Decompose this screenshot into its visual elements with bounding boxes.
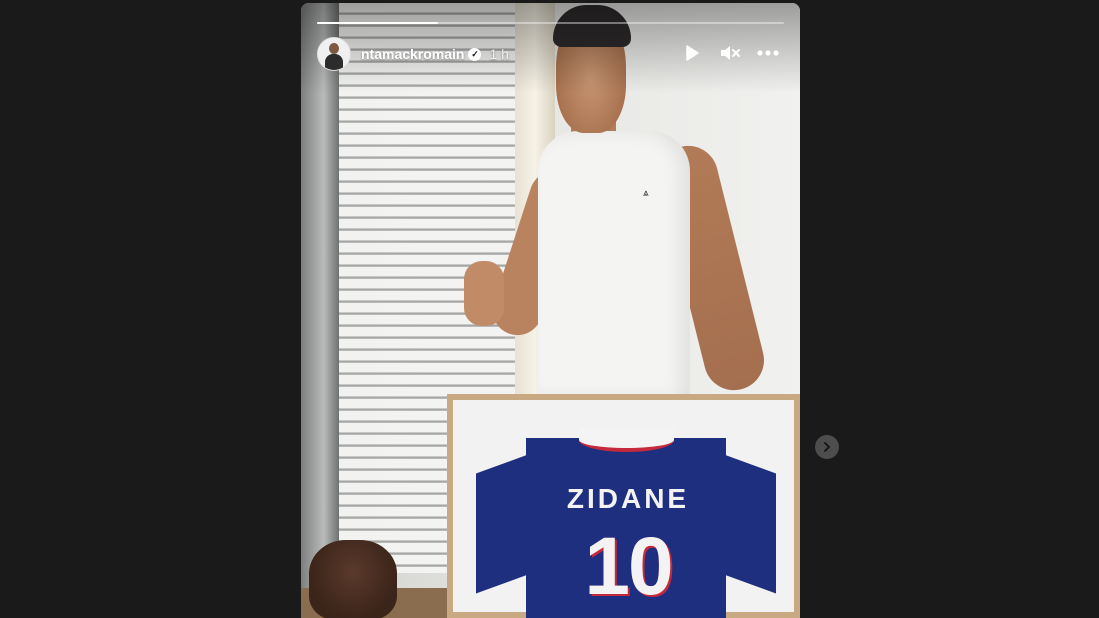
story-progress-bar — [317, 22, 784, 24]
avatar[interactable] — [317, 37, 351, 71]
jersey: ZIDANE 10 — [476, 428, 776, 618]
dog — [309, 540, 397, 618]
play-icon — [686, 45, 699, 61]
more-options-button[interactable] — [756, 41, 780, 65]
story-progress-fill — [317, 22, 439, 24]
jersey-number: 10 — [584, 521, 673, 612]
jersey-name: ZIDANE — [566, 483, 690, 514]
story-photo: ⩓ ZIDANE 10 — [301, 3, 800, 618]
jersey-collar — [579, 428, 674, 452]
post-time: 1 h — [489, 46, 509, 62]
chevron-right-icon — [824, 442, 831, 452]
next-story-button[interactable] — [815, 435, 839, 459]
story-viewer[interactable]: ⩓ ZIDANE 10 ntamackromain ✓ 1 h — [301, 3, 800, 618]
story-controls — [680, 41, 780, 65]
username[interactable]: ntamackromain — [361, 46, 464, 62]
adidas-logo-icon: ⩓ — [643, 188, 649, 199]
avatar-body — [325, 54, 343, 70]
verified-badge-icon: ✓ — [468, 47, 482, 61]
tank-top — [538, 131, 690, 399]
avatar-head — [329, 43, 339, 54]
thumbs-up-hand — [464, 261, 504, 326]
play-button[interactable] — [680, 41, 704, 65]
muted-speaker-icon — [721, 46, 740, 60]
story-header: ntamackromain ✓ 1 h — [317, 37, 509, 71]
window-frame — [301, 3, 339, 603]
more-options-icon — [757, 50, 779, 56]
mute-button[interactable] — [718, 41, 742, 65]
